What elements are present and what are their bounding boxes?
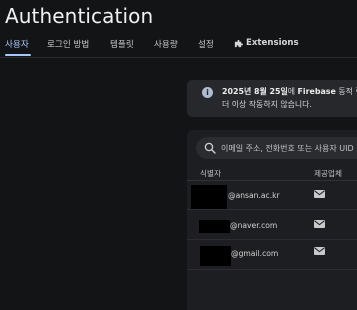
banner-connector: 에 <box>287 87 298 96</box>
mail-icon <box>314 220 325 228</box>
tab-extensions[interactable]: Extensions <box>234 38 299 48</box>
banner-product: Firebase <box>297 87 336 96</box>
tab-extensions-label: Extensions <box>246 38 299 48</box>
redacted-username <box>199 220 230 233</box>
table-row[interactable]: @ansan.ac.kr <box>187 182 357 210</box>
user-identifier: @naver.com <box>230 221 278 230</box>
user-identifier: @ansan.ac.kr <box>228 191 280 200</box>
redacted-username <box>200 246 231 266</box>
row-divider <box>187 209 357 210</box>
tab-templates[interactable]: 템플릿 <box>110 38 134 50</box>
banner-date: 2025년 8월 25일 <box>222 87 288 96</box>
row-divider <box>187 269 357 270</box>
redacted-username <box>191 185 227 209</box>
row-divider <box>187 239 357 240</box>
search-bar[interactable] <box>196 137 357 159</box>
banner-line-2: 더 이상 작동하지 않습니다. <box>222 100 312 109</box>
mail-icon <box>314 190 325 198</box>
column-header-identifier[interactable]: 식별자 <box>200 168 221 179</box>
active-tab-indicator <box>5 54 31 56</box>
user-identifier: @gmail.com <box>231 249 279 258</box>
deprecation-banner: i 2025년 8월 25일에 Firebase 동적 링크 더 이상 작동하지… <box>187 80 357 117</box>
users-table-panel: 식별자 제공업체 @ansan.ac.kr @naver.com @gmail.… <box>187 130 357 310</box>
search-input[interactable] <box>221 140 357 156</box>
banner-suffix: 동적 링크 <box>338 87 357 96</box>
tab-users[interactable]: 사용자 <box>5 38 29 50</box>
info-icon: i <box>202 87 213 98</box>
header-divider <box>0 57 357 58</box>
header-rule <box>187 180 357 181</box>
tab-bar: 사용자 로그인 방법 템플릿 사용량 설정 Extensions <box>0 36 357 58</box>
banner-line-1: 2025년 8월 25일에 Firebase 동적 링크 <box>222 86 357 97</box>
tab-settings[interactable]: 설정 <box>198 38 214 50</box>
table-row[interactable]: @naver.com <box>187 212 357 240</box>
table-row[interactable]: @gmail.com <box>187 242 357 270</box>
extension-icon <box>234 39 243 47</box>
mail-icon <box>314 247 325 255</box>
search-icon <box>204 142 216 154</box>
tab-usage[interactable]: 사용량 <box>154 38 178 50</box>
column-header-provider[interactable]: 제공업체 <box>314 168 342 179</box>
authentication-page: Authentication 사용자 로그인 방법 템플릿 사용량 설정 Ext… <box>0 0 357 310</box>
page-title: Authentication <box>5 4 154 28</box>
tab-sign-in-method[interactable]: 로그인 방법 <box>47 38 89 50</box>
